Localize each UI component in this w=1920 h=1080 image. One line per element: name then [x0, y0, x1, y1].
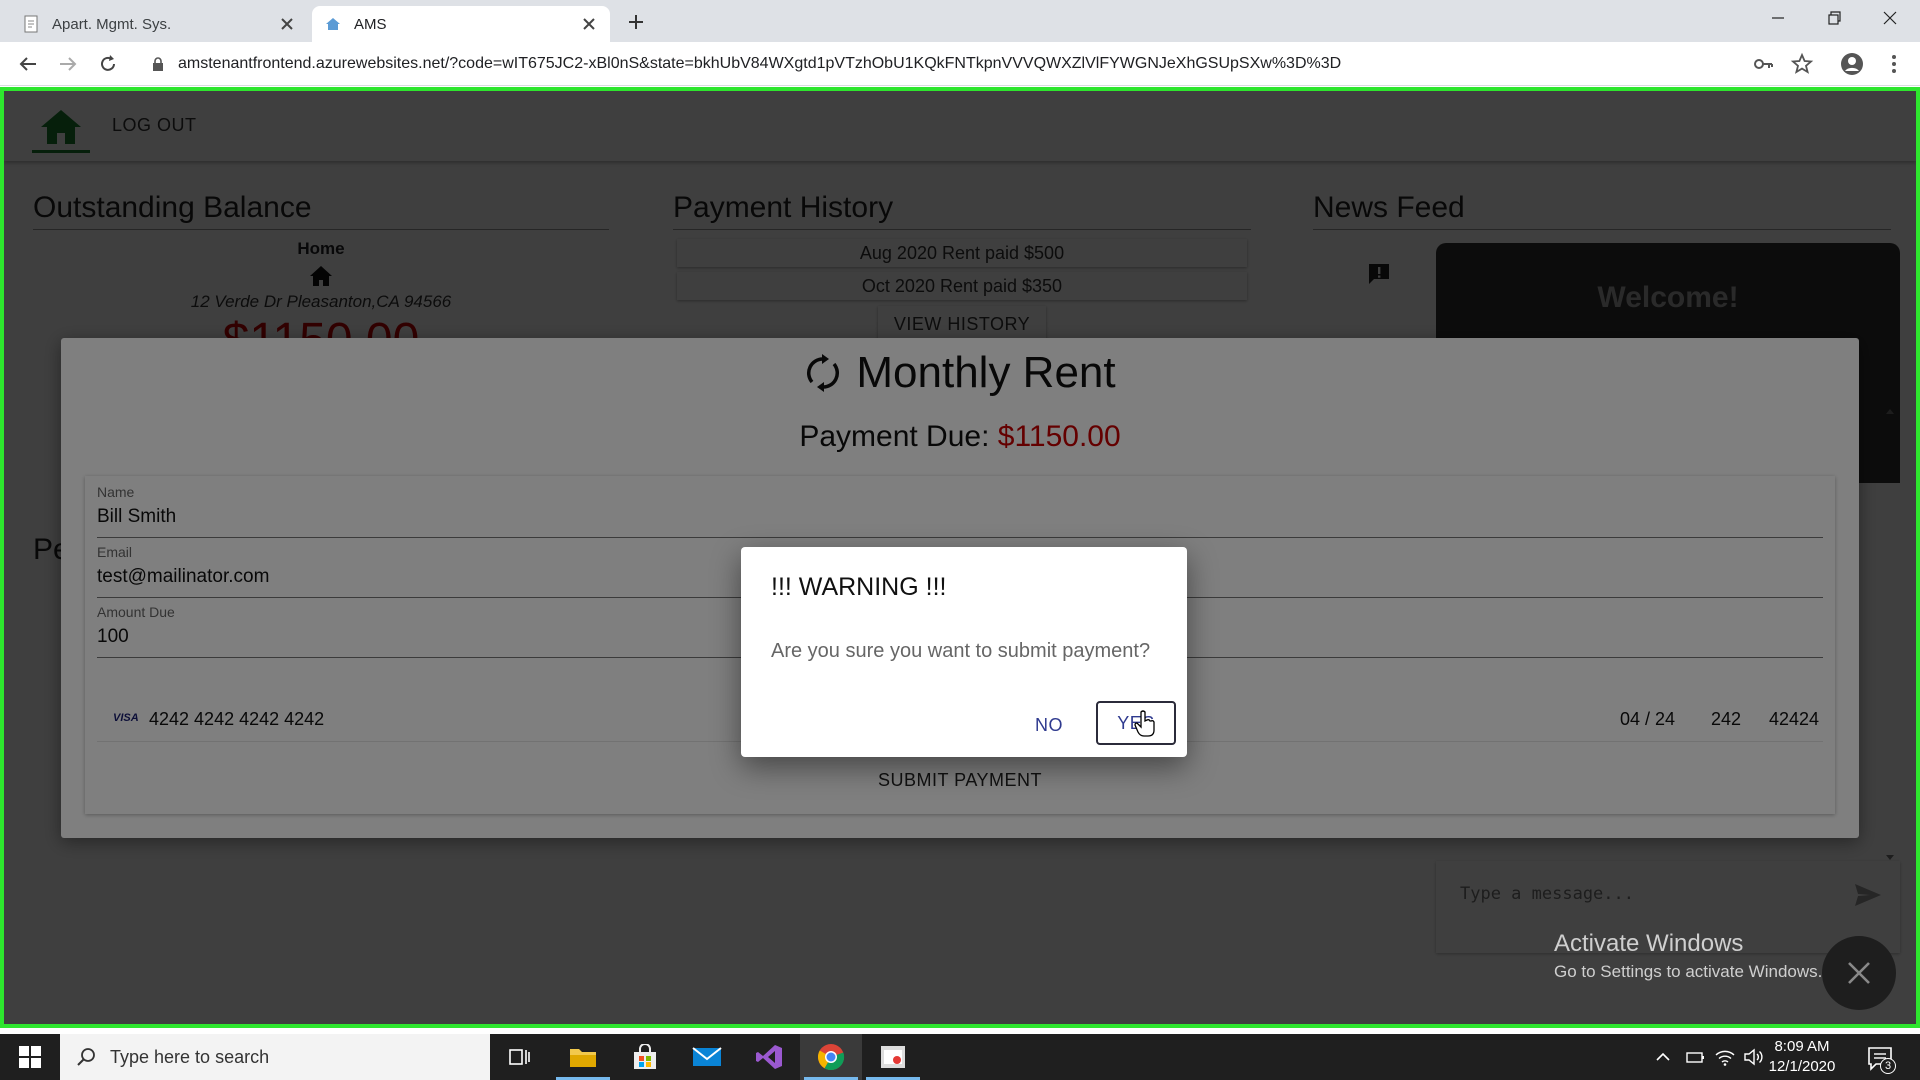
no-button[interactable]: NO [1017, 705, 1081, 745]
taskbar-mail[interactable] [676, 1034, 738, 1080]
browser-tab-ams[interactable]: AMS [312, 6, 610, 42]
volume-icon[interactable] [1742, 1046, 1764, 1068]
browser-toolbar: amstenantfrontend.azurewebsites.net/?cod… [0, 42, 1920, 86]
watermark-line2: Go to Settings to activate Windows. [1554, 962, 1823, 981]
reload-icon[interactable] [96, 52, 120, 76]
clock-date: 12/1/2020 [1768, 1058, 1836, 1075]
visual-studio-icon [756, 1045, 782, 1069]
mail-icon [692, 1047, 722, 1066]
chrome-icon [817, 1044, 845, 1071]
warning-dialog: !!! WARNING !!! Are you sure you want to… [741, 547, 1187, 757]
clock-time: 8:09 AM [1774, 1038, 1830, 1055]
restore-icon[interactable] [1822, 6, 1846, 30]
snipping-icon [881, 1046, 905, 1068]
back-arrow-icon[interactable] [16, 52, 40, 76]
taskbar-chrome[interactable] [800, 1034, 862, 1080]
star-icon[interactable] [1790, 52, 1814, 76]
chevron-up-icon[interactable] [1652, 1046, 1674, 1068]
search-placeholder: Type here to search [110, 1046, 270, 1067]
store-bag-icon [634, 1044, 656, 1069]
hand-cursor-icon [1134, 710, 1155, 737]
taskbar-visual-studio[interactable] [738, 1034, 800, 1080]
browser-tabstrip: Apart. Mgmt. Sys. AMS [0, 0, 1920, 42]
close-tab-icon[interactable] [580, 15, 598, 33]
windows-logo-icon [19, 1046, 41, 1068]
taskbar-snipping-tool[interactable] [862, 1034, 924, 1080]
new-tab-icon[interactable] [624, 10, 648, 34]
search-icon [77, 1048, 95, 1066]
activate-windows-watermark: Activate Windows Go to Settings to activ… [1554, 930, 1822, 982]
task-view-icon [509, 1049, 530, 1065]
lock-icon[interactable] [150, 56, 166, 72]
profile-icon[interactable] [1840, 52, 1864, 76]
url-text: amstenantfrontend.azurewebsites.net/?cod… [178, 55, 1342, 72]
warning-message: Are you sure you want to submit payment? [771, 640, 1151, 662]
watermark-line1: Activate Windows [1554, 930, 1744, 957]
house-favicon-icon [326, 18, 340, 30]
taskbar-store[interactable] [614, 1034, 676, 1080]
forward-arrow-icon[interactable] [56, 52, 80, 76]
taskbar-search[interactable]: Type here to search [60, 1034, 490, 1080]
windows-taskbar: Type here to search 8:09 AM 12/1/2020 3 [0, 1034, 1920, 1080]
folder-icon [570, 1049, 596, 1067]
warning-title: !!! WARNING !!! [771, 573, 947, 601]
taskbar-file-explorer[interactable] [552, 1034, 614, 1080]
menu-dots-icon[interactable] [1882, 52, 1906, 76]
close-tab-icon[interactable] [278, 15, 296, 33]
wifi-icon[interactable] [1714, 1046, 1736, 1068]
key-icon[interactable] [1752, 52, 1776, 76]
address-bar[interactable]: amstenantfrontend.azurewebsites.net/?cod… [140, 47, 1750, 81]
battery-icon[interactable] [1684, 1046, 1706, 1068]
document-icon [24, 15, 38, 33]
close-window-icon[interactable] [1878, 6, 1902, 30]
tab-title: Apart. Mgmt. Sys. [52, 15, 172, 33]
browser-tab-apart-mgmt[interactable]: Apart. Mgmt. Sys. [10, 6, 308, 42]
tab-title: AMS [354, 15, 387, 33]
close-chat-button[interactable] [1822, 936, 1896, 1010]
minimize-icon[interactable] [1766, 6, 1790, 30]
system-clock[interactable]: 8:09 AM 12/1/2020 [1762, 1037, 1842, 1077]
task-view-button[interactable] [488, 1034, 550, 1080]
close-icon [1848, 962, 1870, 984]
page-viewport: LOG OUT Outstanding Balance Home 12 Verd… [0, 87, 1920, 1028]
notification-count-badge: 3 [1880, 1058, 1896, 1074]
start-button[interactable] [0, 1034, 60, 1080]
